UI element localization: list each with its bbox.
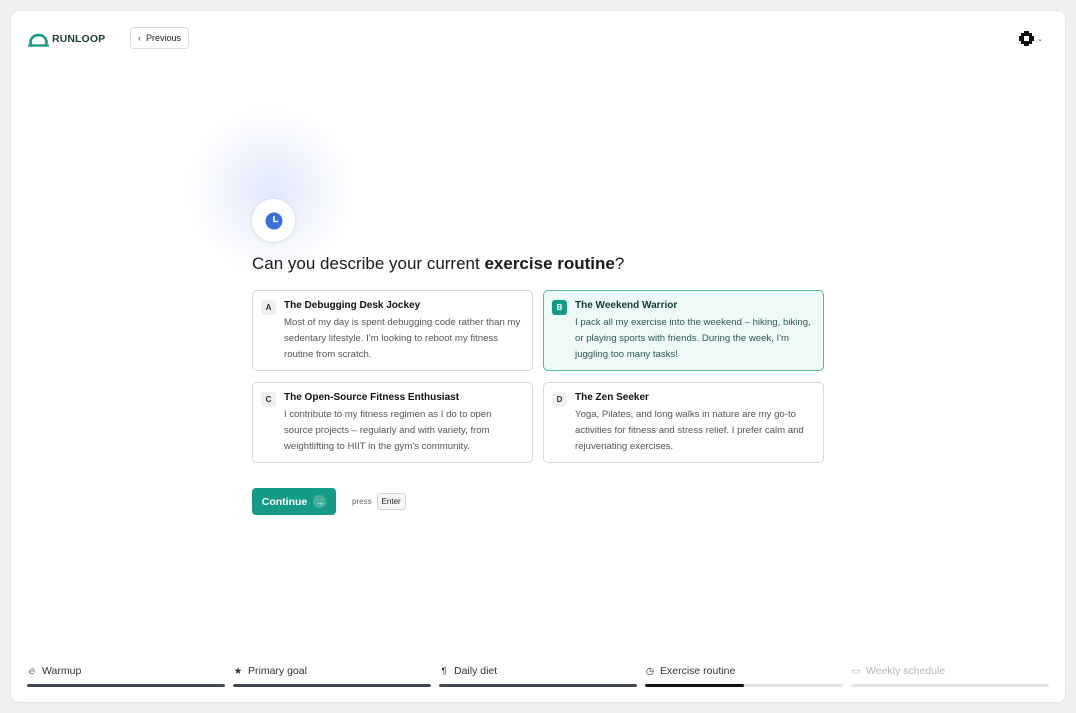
enter-key-hint: Enter [376,493,406,510]
chevron-left-icon: ‹ [138,33,141,43]
press-label: press [352,497,372,506]
option-description: Most of my day is spent debugging code r… [284,317,521,360]
option-title: The Debugging Desk Jockey [284,300,421,311]
star-icon: ★ [233,665,243,677]
step-primary-goal[interactable]: ★ Primary goal [233,664,431,687]
option-key-badge: D [552,392,567,407]
step-progress-fill [27,684,225,687]
avatar [1019,31,1035,46]
option-key-badge: C [261,392,276,407]
step-progress-track [27,684,225,687]
onboarding-card: RUNLOOP ‹ Previous ⌄ Can you describe yo… [11,11,1065,702]
option-description: I contribute to my fitness regimen as I … [284,409,492,452]
option-title: The Weekend Warrior [575,300,678,311]
step-weekly-schedule[interactable]: ▭ Weekly schedule [851,664,1049,687]
option-c[interactable]: C The Open-Source Fitness Enthusiast I c… [252,382,533,463]
step-daily-diet[interactable]: ¶ Daily diet [439,664,637,687]
continue-label: Continue [261,495,308,508]
step-progress-fill [645,684,744,687]
option-title: The Zen Seeker [575,392,649,403]
step-progress-track [851,684,1049,687]
step-label: Daily diet [454,665,498,677]
step-progress-fill [439,684,637,687]
answer-options: A The Debugging Desk Jockey Most of my d… [252,290,824,463]
step-progress-fill [233,684,431,687]
clock-icon: ◷ [645,665,655,677]
utensils-icon: ¶ [441,665,447,677]
step-exercise-routine[interactable]: ◷ Exercise routine [645,664,843,687]
step-warmup[interactable]: 🔥︎ Warmup [27,664,225,687]
clock-icon [265,212,282,229]
step-label: Exercise routine [660,665,736,677]
question-heading: Can you describe your current exercise r… [252,254,624,274]
runloop-logo-icon [28,33,49,47]
option-key-badge: A [261,300,276,315]
option-d[interactable]: D The Zen Seeker Yoga, Pilates, and long… [543,382,824,463]
option-description: I pack all my exercise into the weekend … [575,317,811,360]
step-progress-track [439,684,637,687]
arrow-right-icon: → [313,495,327,508]
step-label: Primary goal [248,665,307,677]
step-label: Warmup [42,665,82,677]
continue-button[interactable]: Continue → [252,488,336,515]
option-key-badge: B [552,300,567,315]
question-prefix: Can you describe your current [252,254,485,273]
keyboard-hint: press Enter [352,493,406,510]
calendar-icon: ▭ [851,665,861,677]
background-glow [186,106,356,276]
option-title: The Open-Source Fitness Enthusiast [284,392,460,403]
option-description: Yoga, Pilates, and long walks in nature … [575,409,804,452]
step-progress-track [233,684,431,687]
flame-icon: 🔥︎ [28,665,36,677]
chevron-down-icon: ⌄ [1037,35,1043,43]
step-progress-track [645,684,843,687]
user-menu[interactable]: ⌄ [1019,31,1043,46]
previous-label: Previous [146,33,182,43]
progress-steps: 🔥︎ Warmup ★ Primary goal ¶ Daily diet ◷ … [27,664,1049,687]
step-label: Weekly schedule [866,665,946,677]
question-suffix: ? [614,254,625,273]
option-a[interactable]: A The Debugging Desk Jockey Most of my d… [252,290,533,371]
runloop-logo[interactable]: RUNLOOP [28,30,105,47]
question-emphasis: exercise routine [484,254,615,273]
logo-text: RUNLOOP [52,32,106,45]
question-icon-badge [252,199,295,242]
previous-button[interactable]: ‹ Previous [130,27,190,49]
option-b[interactable]: B The Weekend Warrior I pack all my exer… [543,290,824,371]
